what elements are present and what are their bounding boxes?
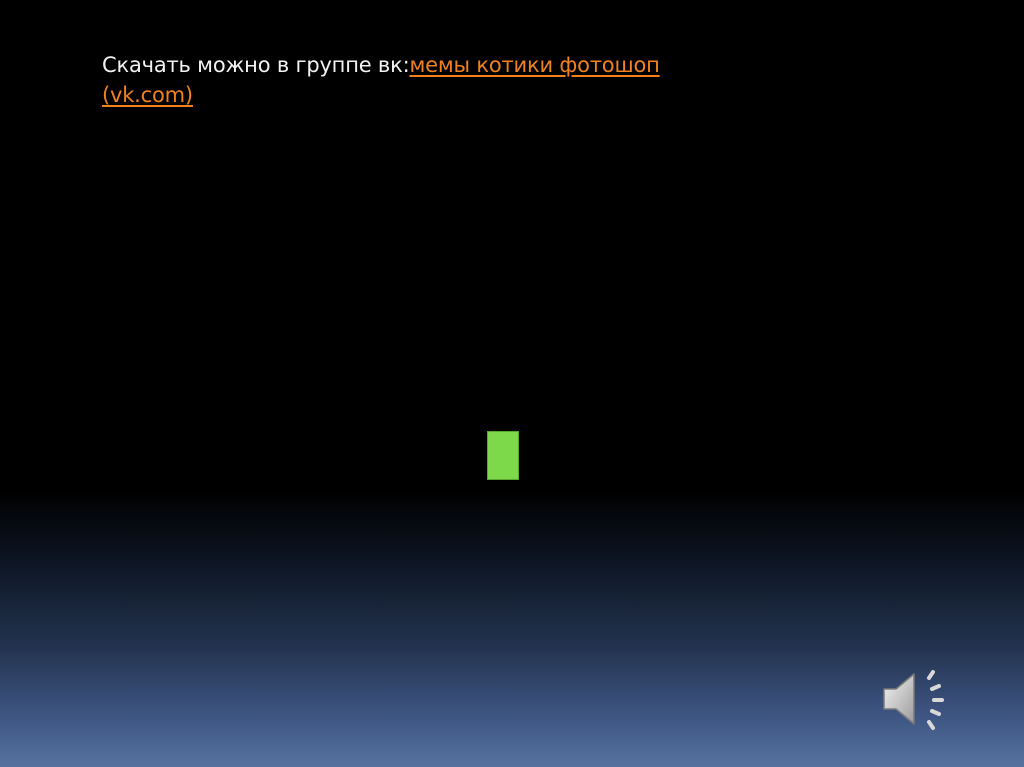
slide: { "slide": { "text_prefix": "Скачать мож… bbox=[0, 0, 1024, 767]
download-caption: Скачать можно в группе вк:мемы котики фо… bbox=[102, 50, 702, 110]
speaker-icon[interactable] bbox=[880, 665, 952, 733]
green-rectangle bbox=[487, 431, 519, 480]
caption-prefix: Скачать можно в группе вк: bbox=[102, 53, 410, 77]
